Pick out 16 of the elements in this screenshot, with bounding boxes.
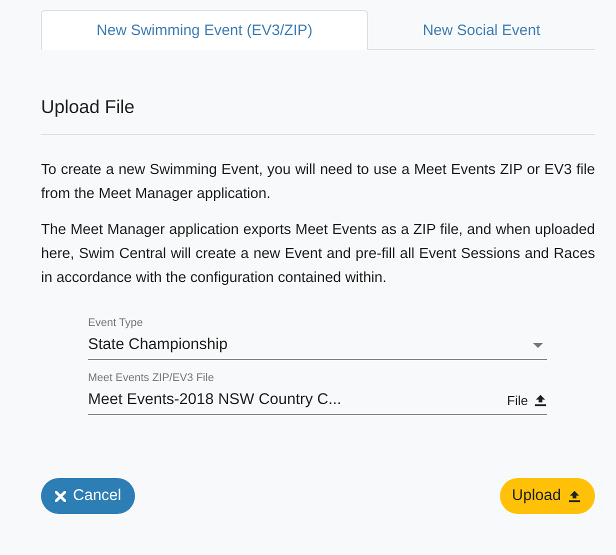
description-paragraph: The Meet Manager application exports Meet Events as a ZIP file, and when uploaded here, Swim Central will create a new Event and pre-fill all Event Sessions and Races in accordance with the configuration contained within. — [41, 221, 595, 288]
file-button[interactable]: File — [507, 392, 547, 408]
field-label: Event Type — [88, 317, 144, 331]
dropdown-caret-icon — [533, 342, 543, 348]
section-heading: Upload File — [41, 96, 595, 135]
close-icon — [55, 490, 66, 502]
tab[interactable]: New Swimming Event (EV3/ZIP) — [41, 10, 368, 50]
field-label: Meet Events ZIP/EV3 File — [88, 372, 215, 386]
cancel-button[interactable]: Cancel — [41, 478, 136, 514]
description-paragraph: To create a new Swimming Event, you will need to use a Meet Events ZIP or EV3 file from the Meet Manager application. — [41, 161, 595, 204]
file-field[interactable]: Meet Events-2018 NSW Country C... File — [88, 386, 547, 415]
event-type-select[interactable]: State Championship — [88, 331, 547, 360]
upload-icon — [534, 394, 547, 406]
upload-button[interactable]: Upload — [500, 478, 595, 514]
tab[interactable]: New Social Event — [368, 10, 595, 50]
upload-icon — [568, 490, 581, 502]
